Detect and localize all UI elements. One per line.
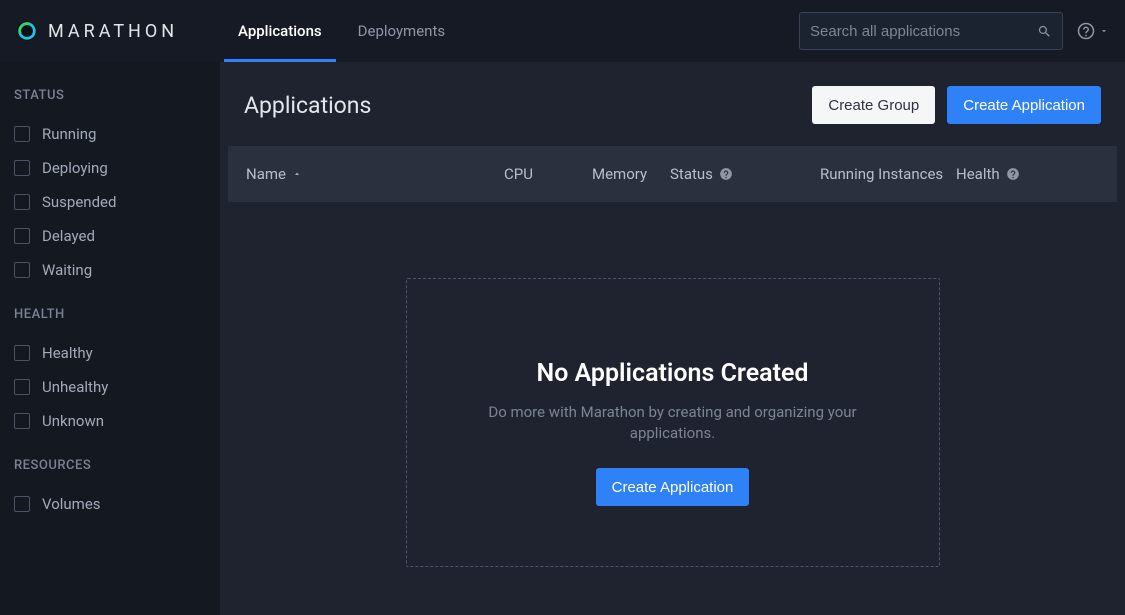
help-icon[interactable] [1006,167,1020,181]
brand-text: MARATHON [48,21,178,42]
sidebar-heading-resources: RESOURCES [14,458,206,473]
sidebar-item-label: Healthy [42,344,93,362]
column-label: Status [670,165,713,183]
tab-deployments[interactable]: Deployments [340,0,463,62]
page-title: Applications [244,92,371,119]
column-running-instances[interactable]: Running Instances [820,165,956,183]
help-icon[interactable] [719,167,733,181]
sidebar-heading-health: HEALTH [14,307,206,322]
sidebar-item-label: Unhealthy [42,378,108,396]
column-label: Health [956,165,1000,183]
empty-state-subtitle: Do more with Marathon by creating and or… [447,402,899,444]
main-content: Applications Create Group Create Applica… [220,62,1125,615]
checkbox-icon[interactable] [14,126,30,142]
caret-down-icon [1099,26,1109,36]
table-header: Name CPU Memory Status Running Instances… [228,146,1117,202]
sidebar-heading-status: STATUS [14,88,206,103]
help-menu[interactable] [1077,22,1109,40]
checkbox-icon[interactable] [14,345,30,361]
sidebar: STATUS Running Deploying Suspended Delay… [0,62,220,615]
tab-applications[interactable]: Applications [220,0,340,62]
checkbox-icon[interactable] [14,160,30,176]
sidebar-item-label: Volumes [42,495,101,513]
sidebar-item-label: Deploying [42,159,108,177]
checkbox-icon[interactable] [14,228,30,244]
checkbox-icon[interactable] [14,262,30,278]
column-status[interactable]: Status [670,165,820,183]
checkbox-icon[interactable] [14,413,30,429]
checkbox-icon[interactable] [14,496,30,512]
sidebar-item-delayed[interactable]: Delayed [14,219,206,253]
search-icon[interactable] [1037,24,1052,39]
column-name[interactable]: Name [246,165,504,183]
nav-tabs: Applications Deployments [220,0,463,62]
sidebar-item-label: Waiting [42,261,92,279]
logo[interactable]: MARATHON [16,20,220,42]
marathon-logo-icon [16,20,38,42]
sidebar-item-volumes[interactable]: Volumes [14,487,206,521]
column-memory[interactable]: Memory [592,165,670,183]
column-label: Name [246,165,286,183]
create-group-button[interactable]: Create Group [812,86,935,124]
checkbox-icon[interactable] [14,379,30,395]
sidebar-item-healthy[interactable]: Healthy [14,336,206,370]
sidebar-item-deploying[interactable]: Deploying [14,151,206,185]
column-health[interactable]: Health [956,165,1099,183]
sidebar-item-suspended[interactable]: Suspended [14,185,206,219]
page-header: Applications Create Group Create Applica… [220,62,1125,146]
help-icon [1077,22,1095,40]
sidebar-item-unhealthy[interactable]: Unhealthy [14,370,206,404]
checkbox-icon[interactable] [14,194,30,210]
sidebar-item-waiting[interactable]: Waiting [14,253,206,287]
empty-state: No Applications Created Do more with Mar… [406,278,940,567]
sidebar-item-label: Delayed [42,227,95,245]
search-box[interactable] [799,12,1063,50]
sidebar-item-running[interactable]: Running [14,117,206,151]
empty-state-title: No Applications Created [447,359,899,388]
create-application-button[interactable]: Create Application [596,468,750,506]
sidebar-item-label: Running [42,125,96,143]
column-cpu[interactable]: CPU [504,165,592,183]
search-input[interactable] [810,23,1037,40]
sort-asc-icon [292,169,302,179]
sidebar-item-label: Unknown [42,412,104,430]
sidebar-item-unknown[interactable]: Unknown [14,404,206,438]
topbar: MARATHON Applications Deployments [0,0,1125,62]
sidebar-item-label: Suspended [42,193,116,211]
create-application-button[interactable]: Create Application [947,86,1101,124]
